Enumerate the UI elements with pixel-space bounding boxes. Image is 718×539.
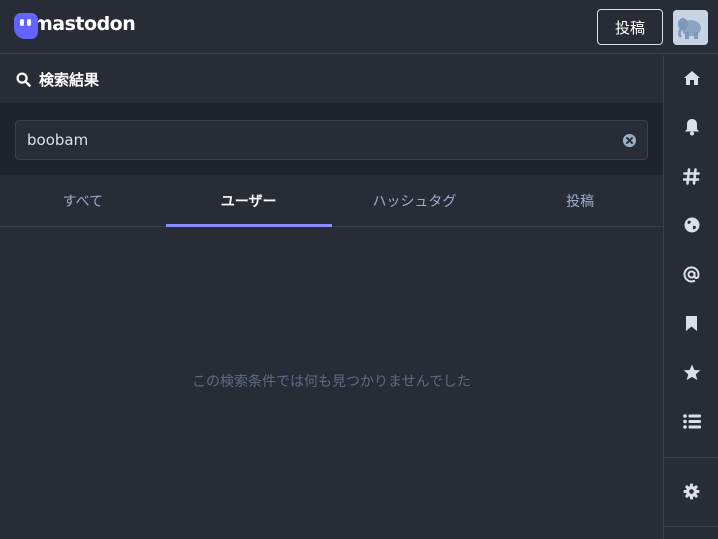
top-bar: mastodon 投稿	[0, 0, 718, 54]
tab-hashtags[interactable]: ハッシュタグ	[332, 175, 498, 226]
bookmark-icon	[685, 315, 698, 332]
rail-divider-bottom	[664, 526, 718, 527]
search-tabs: すべて ユーザー ハッシュタグ 投稿	[0, 175, 663, 227]
compose-post-button[interactable]: 投稿	[597, 9, 663, 45]
nav-mentions[interactable]	[664, 254, 718, 294]
search-box	[15, 120, 648, 160]
empty-message: この検索条件では何も見つかりませんでした	[192, 374, 471, 390]
hashtag-icon	[683, 167, 700, 185]
nav-notifications[interactable]	[664, 107, 718, 147]
nav-explore[interactable]	[664, 156, 718, 196]
search-input[interactable]	[27, 131, 587, 149]
logo-text: mastodon	[33, 13, 136, 35]
globe-icon	[684, 217, 700, 233]
clear-search-icon[interactable]	[622, 133, 637, 148]
rail-divider	[664, 457, 718, 458]
column-title: 検索結果	[39, 70, 100, 89]
column-header: 検索結果	[0, 55, 663, 104]
tab-posts[interactable]: 投稿	[497, 175, 663, 226]
avatar[interactable]	[673, 10, 708, 45]
list-icon	[682, 413, 701, 429]
nav-bookmarks[interactable]	[664, 303, 718, 343]
search-results-column: 検索結果 すべて ユーザー ハッシュタグ 投稿 この検索条件では何も見つかりませ…	[0, 55, 663, 539]
search-area	[0, 104, 663, 175]
nav-home[interactable]	[664, 58, 718, 98]
search-icon	[16, 71, 31, 87]
home-icon	[683, 70, 701, 86]
at-icon	[683, 265, 700, 283]
bell-icon	[684, 118, 700, 136]
navigation-rail	[663, 55, 718, 539]
nav-preferences[interactable]	[664, 471, 718, 511]
gear-icon	[683, 483, 700, 500]
nav-federated[interactable]	[664, 205, 718, 245]
tab-users[interactable]: ユーザー	[165, 175, 332, 227]
nav-lists[interactable]	[664, 401, 718, 441]
mastodon-logo-icon	[14, 13, 38, 39]
star-icon	[683, 364, 701, 381]
tab-all[interactable]: すべて	[0, 175, 166, 226]
mastodon-logo[interactable]: mastodon	[14, 12, 136, 40]
nav-favourites[interactable]	[664, 352, 718, 392]
